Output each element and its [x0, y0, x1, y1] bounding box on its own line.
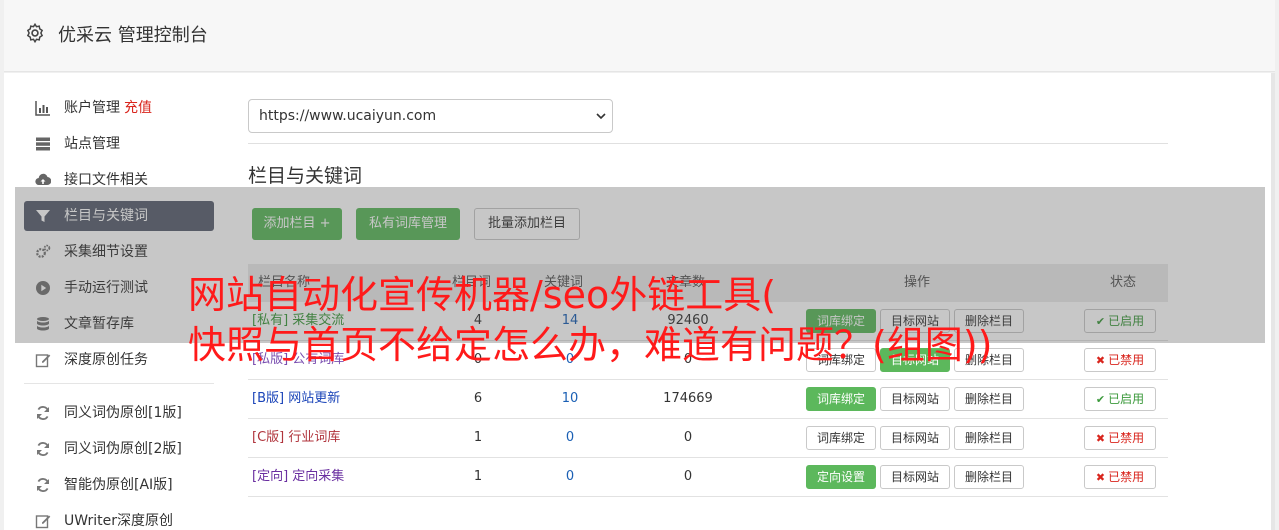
column-name-cell[interactable]: [B版] 网站更新: [252, 380, 340, 418]
section-title: 栏目与关键词: [248, 165, 363, 187]
column-word-count: 6: [473, 391, 483, 406]
sidebar-item-label: 同义词伪原创[1版]: [64, 405, 182, 421]
sidebar-item-synonym-v2[interactable]: 同义词伪原创[2版]: [24, 434, 214, 464]
column-name: 网站更新: [288, 391, 341, 406]
sidebar-item-label: 接口文件相关: [64, 172, 148, 188]
site-select[interactable]: https://www.ucaiyun.com: [248, 99, 613, 133]
status-toggle[interactable]: ✔ 已启用: [1084, 387, 1156, 411]
app-title: 优采云 管理控制台: [58, 25, 208, 46]
server-icon: [35, 136, 51, 152]
keyword-count[interactable]: 10: [540, 380, 600, 418]
cloud-upload-icon: [35, 172, 51, 188]
divider: [248, 143, 1168, 144]
sidebar-item-deep-original[interactable]: 深度原创任务: [24, 345, 214, 375]
headline-text: 网站自动化宣传机器/seo外链工具( 快照与首页不给定怎么办，难道有问题？(组图…: [188, 270, 1268, 370]
edit-icon: [35, 513, 51, 529]
target-site-button[interactable]: 目标网站: [880, 387, 950, 411]
gear-icon: [26, 22, 44, 44]
refresh-icon: [35, 405, 51, 421]
target-site-button[interactable]: 目标网站: [880, 465, 950, 489]
article-count: 0: [683, 430, 693, 445]
delete-column-button[interactable]: 删除栏目: [954, 387, 1024, 411]
sidebar-item-account[interactable]: 账户管理 充值: [24, 93, 214, 123]
column-word-count: 1: [473, 430, 483, 445]
close-icon: ✖: [1095, 471, 1106, 484]
column-name: 行业词库: [288, 430, 341, 445]
bind-lib-button[interactable]: 词库绑定: [806, 387, 876, 411]
status-label: 已禁用: [1108, 470, 1145, 484]
sidebar-item-label: 深度原创任务: [64, 352, 148, 368]
scrollbar[interactable]: [1271, 73, 1275, 530]
keyword-count[interactable]: 0: [540, 419, 600, 457]
table-row: [C版] 行业词库 1 0 0 词库绑定 目标网站 删除栏目 ✖ 已禁用: [248, 419, 1168, 458]
sidebar-item-sites[interactable]: 站点管理: [24, 129, 214, 159]
sidebar-item-label: UWriter深度原创: [64, 513, 173, 529]
column-name: 定向采集: [292, 469, 345, 484]
headline-line-1: 网站自动化宣传机器/seo外链工具(: [188, 273, 777, 317]
status-label: 已启用: [1108, 392, 1145, 406]
bind-lib-button[interactable]: 定向设置: [806, 465, 876, 489]
table-row: [定向] 定向采集 1 0 0 定向设置 目标网站 删除栏目 ✖ 已禁用: [248, 458, 1168, 497]
column-tag: [B版]: [252, 391, 285, 406]
sidebar-item-label: 智能伪原创[AI版]: [64, 477, 173, 493]
sidebar-item-label: 站点管理: [64, 136, 120, 152]
delete-column-button[interactable]: 删除栏目: [954, 465, 1024, 489]
column-tag: [C版]: [252, 430, 285, 445]
column-tag: [定向]: [252, 469, 289, 484]
check-icon: ✔: [1095, 393, 1106, 406]
article-count: 0: [683, 469, 693, 484]
site-select-value: https://www.ucaiyun.com: [259, 108, 437, 124]
bar-chart-icon: [35, 100, 51, 116]
app-header: 优采云 管理控制台: [4, 0, 1275, 72]
status-toggle[interactable]: ✖ 已禁用: [1084, 465, 1156, 489]
column-word-count: 1: [473, 469, 483, 484]
sidebar-item-ai-rewrite[interactable]: 智能伪原创[AI版]: [24, 470, 214, 500]
column-name-cell[interactable]: [C版] 行业词库: [252, 419, 340, 457]
sidebar-divider: [24, 383, 214, 384]
target-site-button[interactable]: 目标网站: [880, 426, 950, 450]
headline-line-2: 快照与首页不给定怎么办，难道有问题？(组图)): [188, 323, 993, 367]
status-label: 已禁用: [1108, 431, 1145, 445]
edit-icon: [35, 352, 51, 368]
keyword-count[interactable]: 0: [540, 458, 600, 496]
table-row: [B版] 网站更新 6 10 174669 词库绑定 目标网站 删除栏目 ✔ 已启用: [248, 380, 1168, 419]
recharge-link[interactable]: 充值: [124, 100, 152, 116]
refresh-icon: [35, 477, 51, 493]
sidebar-item-uwriter[interactable]: UWriter深度原创: [24, 506, 214, 530]
chevron-down-icon: [596, 113, 606, 120]
delete-column-button[interactable]: 删除栏目: [954, 426, 1024, 450]
status-toggle[interactable]: ✖ 已禁用: [1084, 426, 1156, 450]
refresh-icon: [35, 441, 51, 457]
sidebar-item-label: 同义词伪原创[2版]: [64, 441, 182, 457]
sidebar-item-label: 账户管理: [64, 100, 120, 116]
close-icon: ✖: [1095, 432, 1106, 445]
bind-lib-button[interactable]: 词库绑定: [806, 426, 876, 450]
column-name-cell[interactable]: [定向] 定向采集: [252, 458, 344, 496]
article-count: 174669: [663, 391, 713, 406]
sidebar-item-synonym-v1[interactable]: 同义词伪原创[1版]: [24, 398, 214, 428]
